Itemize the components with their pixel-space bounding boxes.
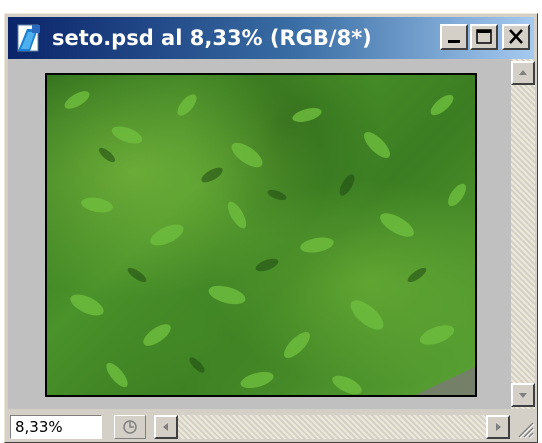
scroll-down-button[interactable]	[511, 383, 535, 407]
status-bar: 8,33%	[8, 411, 535, 441]
document-window: seto.psd al 8,33% (RGB/8*) 8,33%	[4, 13, 538, 443]
close-icon	[509, 29, 523, 44]
status-menu-button[interactable]	[114, 415, 146, 439]
maximize-button[interactable]	[470, 24, 498, 50]
hedge-foliage-image	[64, 91, 475, 395]
window-title: seto.psd al 8,33% (RGB/8*)	[52, 26, 372, 50]
horizontal-scrollbar[interactable]	[154, 415, 510, 439]
vertical-scrollbar[interactable]	[511, 59, 535, 409]
arrow-right-icon	[496, 423, 501, 431]
resize-grip-icon[interactable]	[511, 415, 535, 439]
photoshop-document-icon	[17, 24, 40, 52]
close-button[interactable]	[502, 24, 530, 50]
image-canvas[interactable]	[45, 73, 477, 397]
scroll-right-button[interactable]	[486, 415, 510, 439]
scroll-up-button[interactable]	[511, 61, 535, 85]
minimize-button[interactable]	[440, 24, 468, 50]
scroll-left-button[interactable]	[154, 415, 178, 439]
status-menu-icon	[123, 420, 137, 434]
title-bar[interactable]: seto.psd al 8,33% (RGB/8*)	[8, 17, 534, 59]
zoom-level-field[interactable]: 8,33%	[10, 415, 102, 439]
arrow-down-icon	[519, 393, 527, 398]
minimize-icon	[448, 40, 460, 43]
maximize-icon	[476, 29, 492, 44]
document-workspace	[8, 59, 511, 409]
arrow-left-icon	[163, 423, 168, 431]
arrow-up-icon	[519, 70, 527, 75]
